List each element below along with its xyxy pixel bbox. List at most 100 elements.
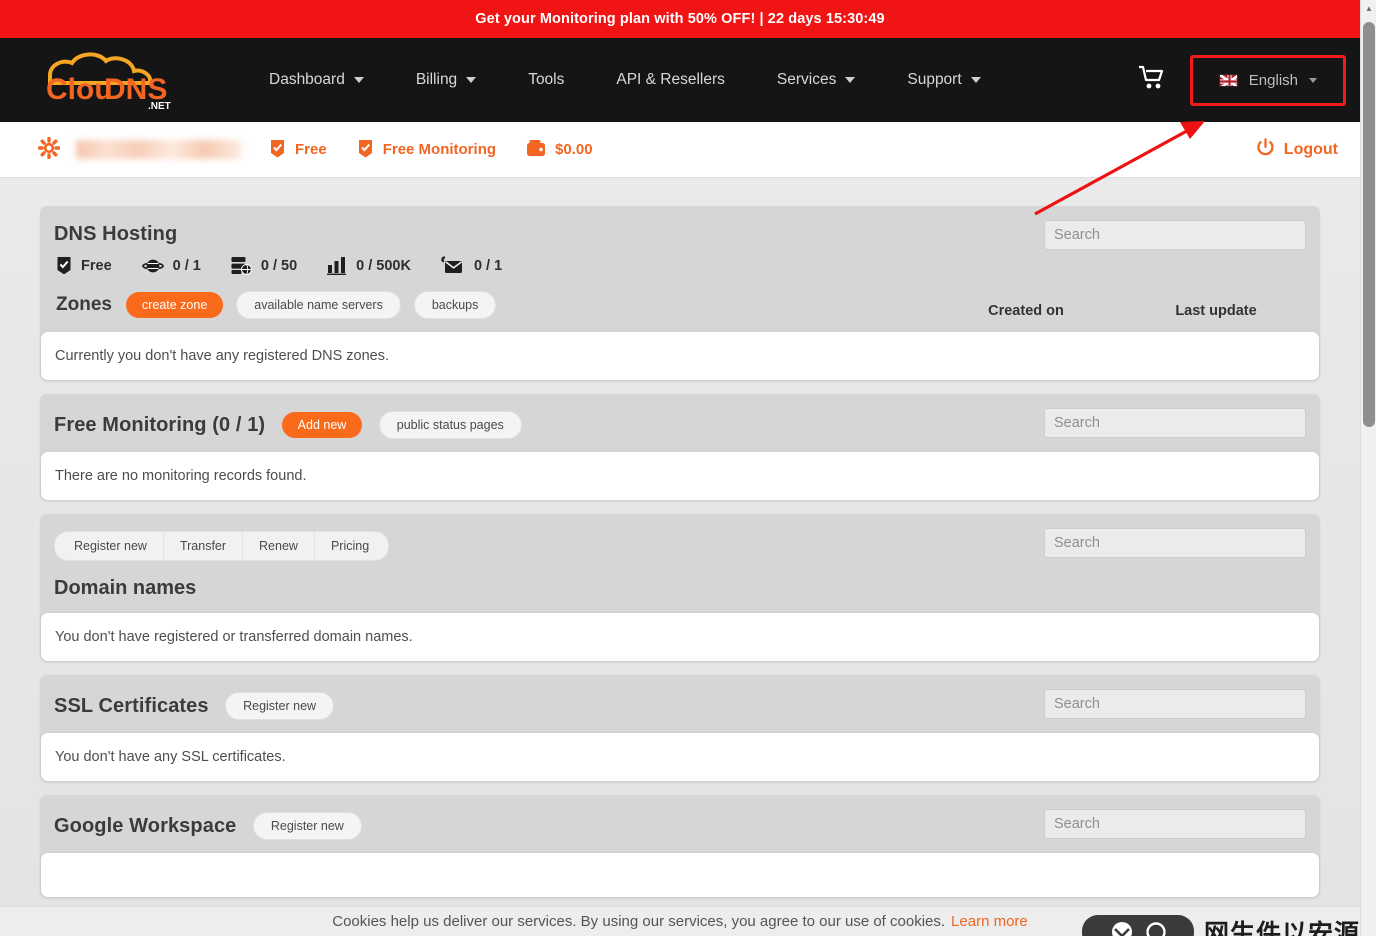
bar-chart-icon <box>327 256 347 275</box>
nav-item-label: Dashboard <box>269 71 345 88</box>
domain-transfer-button[interactable]: Transfer <box>162 531 243 561</box>
account-chip-monitoring[interactable]: Free Monitoring <box>357 139 496 161</box>
nav-item-dashboard[interactable]: Dashboard <box>243 61 390 99</box>
search-input-domain-names[interactable] <box>1044 528 1306 558</box>
cloudns-logo[interactable]: Clou DNS .NET <box>40 49 205 111</box>
stat-value: 0 / 1 <box>473 257 503 274</box>
stat-records: 0 / 50 <box>231 256 297 275</box>
card-head-domain-names: Register new Transfer Renew Pricing Doma… <box>40 514 1320 613</box>
card-head-dns-hosting: DNS Hosting Free <box>40 206 1320 332</box>
add-new-monitoring-button[interactable]: Add new <box>281 412 363 438</box>
domains-empty-message: You don't have registered or transferred… <box>41 613 1319 661</box>
scroll-up-arrow-icon[interactable]: ▲ <box>1361 0 1376 16</box>
language-selector[interactable]: English <box>1189 54 1346 106</box>
vertical-scrollbar[interactable]: ▲ <box>1360 0 1376 936</box>
stat-value: 0 / 50 <box>260 257 298 274</box>
ssl-register-new-button[interactable]: Register new <box>225 692 335 720</box>
mail-icon-svg <box>441 256 463 273</box>
logout-button[interactable]: Logout <box>1256 137 1338 162</box>
domain-actions-group: Register new Transfer Renew Pricing <box>54 531 390 561</box>
main-navbar: Clou DNS .NET Dashboard Billing Tools AP… <box>0 38 1360 122</box>
dashboard-content: DNS Hosting Free <box>0 178 1360 897</box>
section-title-google-workspace: Google Workspace <box>54 814 237 837</box>
svg-text:.NET: .NET <box>148 101 171 111</box>
wallet-icon-svg <box>527 140 546 156</box>
nav-item-label: Support <box>907 71 962 88</box>
browser-viewport: Get your Monitoring plan with 50% OFF! |… <box>0 0 1376 936</box>
stat-mail: 0 / 1 <box>441 256 502 275</box>
domain-register-new-button[interactable]: Register new <box>54 531 163 561</box>
tag-check-icon-svg <box>358 139 372 157</box>
primary-nav: Dashboard Billing Tools API & Resellers … <box>243 61 1007 99</box>
overlay-toolbar[interactable] <box>1081 915 1194 936</box>
dns-empty-message: Currently you don't have any registered … <box>41 332 1319 380</box>
nav-item-label: Billing <box>415 71 458 88</box>
create-zone-button[interactable]: create zone <box>125 292 224 318</box>
stat-zones: 0 / 1 <box>141 257 201 275</box>
stat-value: Free <box>81 257 112 274</box>
backups-button[interactable]: backups <box>413 291 497 319</box>
section-title-domain-names: Domain names <box>54 577 197 599</box>
card-domain-names: Register new Transfer Renew Pricing Doma… <box>40 514 1320 661</box>
nav-item-label: API & Resellers <box>616 71 725 88</box>
power-icon <box>1256 137 1275 162</box>
available-name-servers-button[interactable]: available name servers <box>236 291 401 319</box>
nav-item-support[interactable]: Support <box>881 61 1006 99</box>
server-globe-icon-svg <box>231 257 252 275</box>
domain-renew-button[interactable]: Renew <box>242 531 314 561</box>
language-label: English <box>1248 71 1298 89</box>
domain-pricing-button[interactable]: Pricing <box>313 531 390 561</box>
chevron-down-icon <box>845 77 856 83</box>
workspace-empty-message <box>41 853 1319 897</box>
card-google-workspace: Google Workspace Register new <box>40 795 1320 897</box>
tag-check-icon-svg <box>271 139 284 157</box>
stat-value: 0 / 1 <box>172 257 201 274</box>
nav-item-tools[interactable]: Tools <box>502 61 590 99</box>
search-input-dns-hosting[interactable] <box>1044 220 1306 250</box>
shopping-cart-icon-svg <box>1138 65 1163 88</box>
server-globe-icon <box>231 256 252 275</box>
section-title-ssl-certificates: SSL Certificates <box>54 694 209 717</box>
uk-flag-svg <box>1219 74 1237 86</box>
tag-check-icon <box>56 256 72 275</box>
send-icon <box>1111 922 1132 936</box>
scrollbar-thumb[interactable] <box>1363 22 1375 427</box>
nav-item-label: Services <box>776 71 837 88</box>
gear-icon[interactable] <box>37 136 61 163</box>
stat-queries: 0 / 500K <box>327 256 411 275</box>
monitoring-empty-message: There are no monitoring records found. <box>41 452 1319 500</box>
page-title: DNS Hosting <box>54 223 178 245</box>
overlay-text: 网生件以安源 <box>1203 919 1360 936</box>
chevron-down-icon <box>1309 77 1317 83</box>
floating-overlay-widget[interactable]: 网生件以安源 <box>1081 914 1360 936</box>
card-ssl-certificates: SSL Certificates Register new You don't … <box>40 675 1320 781</box>
tag-check-icon-svg <box>57 257 71 275</box>
ssl-empty-message: You don't have any SSL certificates. <box>41 733 1319 781</box>
nav-item-billing[interactable]: Billing <box>390 61 502 99</box>
section-title-free-monitoring: Free Monitoring (0 / 1) <box>54 413 266 436</box>
public-status-pages-button[interactable]: public status pages <box>378 411 522 439</box>
account-chip-balance[interactable]: $0.00 <box>526 139 593 160</box>
workspace-register-new-button[interactable]: Register new <box>252 812 362 840</box>
tag-check-icon <box>357 139 374 161</box>
column-header-last-update: Last update <box>1175 303 1257 319</box>
wallet-icon <box>526 139 546 160</box>
cookie-learn-more-link[interactable]: Learn more <box>951 913 1028 930</box>
shopping-cart-icon[interactable] <box>1138 65 1166 96</box>
search-input-ssl-certificates[interactable] <box>1044 689 1306 719</box>
card-head-ssl-certificates: SSL Certificates Register new <box>40 675 1320 733</box>
power-icon-svg <box>1257 137 1274 155</box>
nav-item-api-resellers[interactable]: API & Resellers <box>590 61 751 99</box>
promo-banner-text: Get your Monitoring plan with 50% OFF! |… <box>475 11 885 27</box>
search-input-google-workspace[interactable] <box>1044 809 1306 839</box>
chevron-down-icon <box>970 77 981 83</box>
cloudns-logo-svg: Clou DNS .NET <box>46 52 171 111</box>
nav-item-services[interactable]: Services <box>751 61 881 99</box>
chevron-down-icon <box>466 77 477 83</box>
search-input-free-monitoring[interactable] <box>1044 408 1306 438</box>
account-chip-plan[interactable]: Free <box>269 139 327 161</box>
globe-icon-svg <box>141 259 164 272</box>
account-chip-label: Free Monitoring <box>382 141 497 158</box>
promo-banner[interactable]: Get your Monitoring plan with 50% OFF! |… <box>0 0 1360 38</box>
masked-username <box>76 140 241 159</box>
